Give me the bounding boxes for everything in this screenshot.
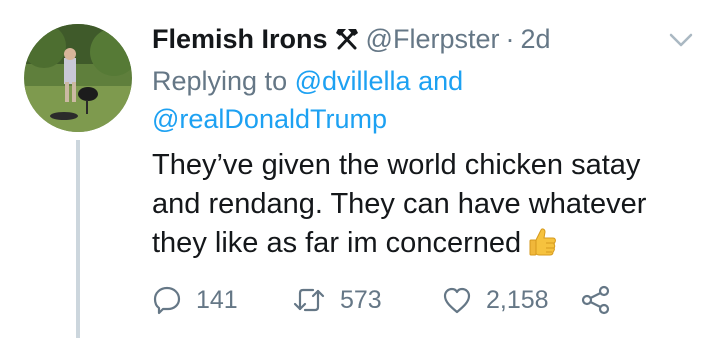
- chevron-down-icon[interactable]: [668, 30, 694, 50]
- tweet-card[interactable]: Flemish Irons @Flerpster · 2d Replying to …: [0, 0, 718, 338]
- tweet-text-line: they like as far im concerned: [152, 227, 522, 259]
- avatar[interactable]: [24, 24, 132, 132]
- like-button[interactable]: 2,158: [442, 280, 549, 320]
- separator-dot: ·: [505, 24, 515, 54]
- reply-button[interactable]: 141: [152, 280, 238, 320]
- like-count: 2,158: [486, 285, 549, 314]
- replying-prefix: Replying to: [152, 66, 288, 96]
- tweet-text-line: They’ve given the world chicken satay: [152, 149, 641, 181]
- reply-count: 141: [196, 285, 238, 314]
- author-handle[interactable]: @Flerpster: [366, 24, 500, 54]
- replying-to: Replying to @dvillella and @realDonaldTr…: [152, 62, 463, 138]
- thread-line: [76, 140, 80, 338]
- crossed-hammers-icon: [334, 23, 360, 61]
- retweet-count: 573: [340, 285, 382, 314]
- tweet-header: Flemish Irons @Flerpster · 2d: [152, 20, 551, 61]
- mention-dvillella[interactable]: @dvillella: [295, 66, 411, 96]
- tweet-text-line: and rendang. They can have whatever: [152, 188, 647, 220]
- mention-conjunction[interactable]: and: [418, 66, 463, 96]
- share-icon: [581, 285, 610, 315]
- retweet-button[interactable]: 573: [292, 280, 382, 320]
- tweet-text: They’ve given the world chicken satay an…: [152, 146, 692, 269]
- author-name[interactable]: Flemish Irons: [152, 24, 328, 54]
- retweet-icon: [293, 288, 325, 312]
- avatar-photo-icon: [24, 24, 132, 132]
- mention-realdonaldtrump[interactable]: @realDonaldTrump: [152, 104, 387, 134]
- thumbs-up-icon: [527, 226, 559, 269]
- heart-icon: [443, 287, 471, 314]
- reply-icon: [153, 286, 181, 315]
- timestamp[interactable]: 2d: [520, 24, 550, 54]
- share-button[interactable]: [580, 280, 612, 320]
